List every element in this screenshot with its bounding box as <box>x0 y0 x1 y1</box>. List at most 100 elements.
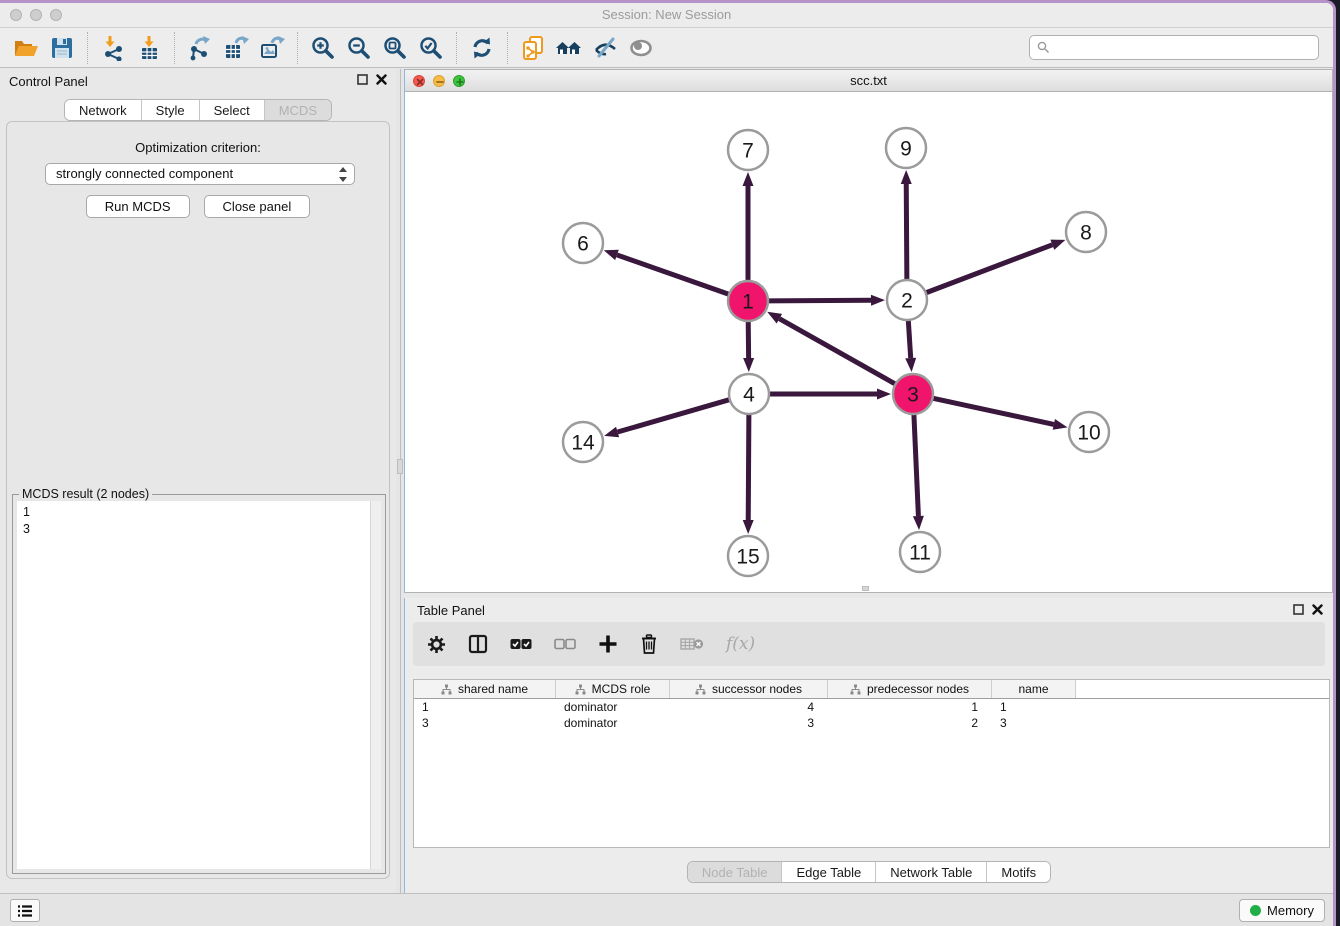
cell-mcds-role: dominator <box>556 699 670 715</box>
close-panel-button[interactable]: Close panel <box>204 195 311 218</box>
save-session-button[interactable] <box>44 31 80 65</box>
import-table-icon <box>136 35 162 61</box>
graph-edge[interactable] <box>748 414 749 520</box>
tab-mcds[interactable]: MCDS <box>264 100 331 120</box>
export-network-button[interactable] <box>182 31 218 65</box>
close-panel-icon[interactable] <box>1312 604 1323 615</box>
graph-edge[interactable] <box>926 245 1053 293</box>
deselect-all-columns-icon[interactable] <box>554 638 576 650</box>
refresh-icon <box>469 35 495 61</box>
export-image-button[interactable] <box>254 31 290 65</box>
status-bar: Memory <box>0 893 1333 926</box>
network-graph[interactable]: 1234678910111415 <box>405 92 1332 592</box>
memory-button[interactable]: Memory <box>1239 899 1325 922</box>
result-scrollbar[interactable] <box>370 501 381 869</box>
table-row[interactable]: 3 dominator 3 2 3 <box>414 715 1329 731</box>
graph-edge[interactable] <box>906 184 907 280</box>
graph-node-label: 14 <box>571 432 595 455</box>
close-panel-icon[interactable] <box>376 74 387 85</box>
cell-name: 3 <box>992 715 1076 731</box>
import-network-button[interactable] <box>95 31 131 65</box>
graph-edge[interactable] <box>779 319 895 385</box>
hide-graphics-details-button[interactable] <box>587 31 623 65</box>
graph-edge[interactable] <box>908 320 910 358</box>
hide-details-icon <box>592 35 618 61</box>
column-header-mcds-role[interactable]: MCDS role <box>556 680 670 698</box>
cell-predecessor-nodes: 2 <box>828 715 992 731</box>
table-row[interactable]: 1 dominator 4 1 1 <box>414 699 1329 715</box>
delete-column-trash-icon[interactable] <box>640 634 658 654</box>
tab-network[interactable]: Network <box>65 100 141 120</box>
float-panel-icon[interactable] <box>357 74 368 85</box>
add-column-plus-icon[interactable] <box>598 634 618 654</box>
column-header-shared-name[interactable]: shared name <box>414 680 556 698</box>
node-table[interactable]: shared name MCDS role successor nodes pr… <box>413 679 1330 848</box>
float-panel-icon[interactable] <box>1293 604 1304 615</box>
cell-mcds-role: dominator <box>556 715 670 731</box>
app-title: Session: New Session <box>0 7 1333 22</box>
zoom-out-icon <box>346 35 372 61</box>
graph-edge[interactable] <box>933 398 1054 424</box>
open-folder-icon <box>13 35 39 61</box>
show-graphics-details-button[interactable] <box>623 31 659 65</box>
home-button[interactable] <box>551 31 587 65</box>
tab-style[interactable]: Style <box>141 100 199 120</box>
network-canvas[interactable]: 1234678910111415 <box>405 92 1332 592</box>
zoom-in-button[interactable] <box>305 31 341 65</box>
graph-node-label: 6 <box>577 233 589 256</box>
column-header-predecessor-nodes[interactable]: predecessor nodes <box>828 680 992 698</box>
optimization-criterion-select[interactable]: strongly connected component <box>45 163 355 185</box>
column-label: successor nodes <box>712 682 802 696</box>
main-toolbar <box>0 28 1333 68</box>
column-label: name <box>1018 682 1048 696</box>
tab-motifs[interactable]: Motifs <box>986 862 1050 882</box>
search-input[interactable] <box>1029 35 1319 60</box>
show-details-icon <box>628 35 654 61</box>
open-session-button[interactable] <box>8 31 44 65</box>
column-header-name[interactable]: name <box>992 680 1076 698</box>
column-label: MCDS role <box>592 682 651 696</box>
column-label: shared name <box>458 682 528 696</box>
mcds-result-title: MCDS result (2 nodes) <box>19 487 152 501</box>
tab-edge-table[interactable]: Edge Table <box>781 862 875 882</box>
network-resize-handle[interactable] <box>862 586 869 591</box>
graph-edge[interactable] <box>914 414 919 516</box>
cell-name: 1 <box>992 699 1076 715</box>
graph-edge-arrowhead <box>1050 240 1065 250</box>
graph-edge[interactable] <box>768 300 871 301</box>
zoom-fit-button[interactable] <box>377 31 413 65</box>
toolbar-separator <box>87 32 88 64</box>
zoom-selected-button[interactable] <box>413 31 449 65</box>
toolbar-separator <box>174 32 175 64</box>
zoom-out-button[interactable] <box>341 31 377 65</box>
graph-edge[interactable] <box>618 400 730 432</box>
network-window-titlebar[interactable]: scc.txt <box>405 70 1332 92</box>
table-settings-gear-icon[interactable] <box>427 635 446 654</box>
tree-icon <box>695 684 706 695</box>
graph-node-label: 8 <box>1080 222 1092 245</box>
tree-icon <box>575 684 586 695</box>
column-header-successor-nodes[interactable]: successor nodes <box>670 680 828 698</box>
graph-node-label: 11 <box>909 542 931 565</box>
delete-table-icon[interactable] <box>680 636 704 652</box>
mcds-result-text[interactable]: 1 3 <box>17 501 381 869</box>
graph-node-label: 3 <box>907 384 919 407</box>
tab-select[interactable]: Select <box>199 100 264 120</box>
graph-node-label: 2 <box>901 290 913 313</box>
run-mcds-button[interactable]: Run MCDS <box>86 195 190 218</box>
zoom-selected-icon <box>418 35 444 61</box>
task-history-button[interactable] <box>10 899 40 922</box>
import-table-button[interactable] <box>131 31 167 65</box>
splitter-grip[interactable] <box>397 459 403 474</box>
split-panel-icon[interactable] <box>468 634 488 654</box>
clone-network-button[interactable] <box>515 31 551 65</box>
tab-node-table[interactable]: Node Table <box>688 862 782 882</box>
select-all-columns-icon[interactable] <box>510 638 532 650</box>
home-icon <box>555 35 583 61</box>
export-table-button[interactable] <box>218 31 254 65</box>
refresh-button[interactable] <box>464 31 500 65</box>
tab-network-table[interactable]: Network Table <box>875 862 986 882</box>
graph-edge[interactable] <box>617 255 729 294</box>
panel-splitter[interactable] <box>396 69 404 893</box>
mcds-panel: Optimization criterion: strongly connect… <box>6 121 390 879</box>
